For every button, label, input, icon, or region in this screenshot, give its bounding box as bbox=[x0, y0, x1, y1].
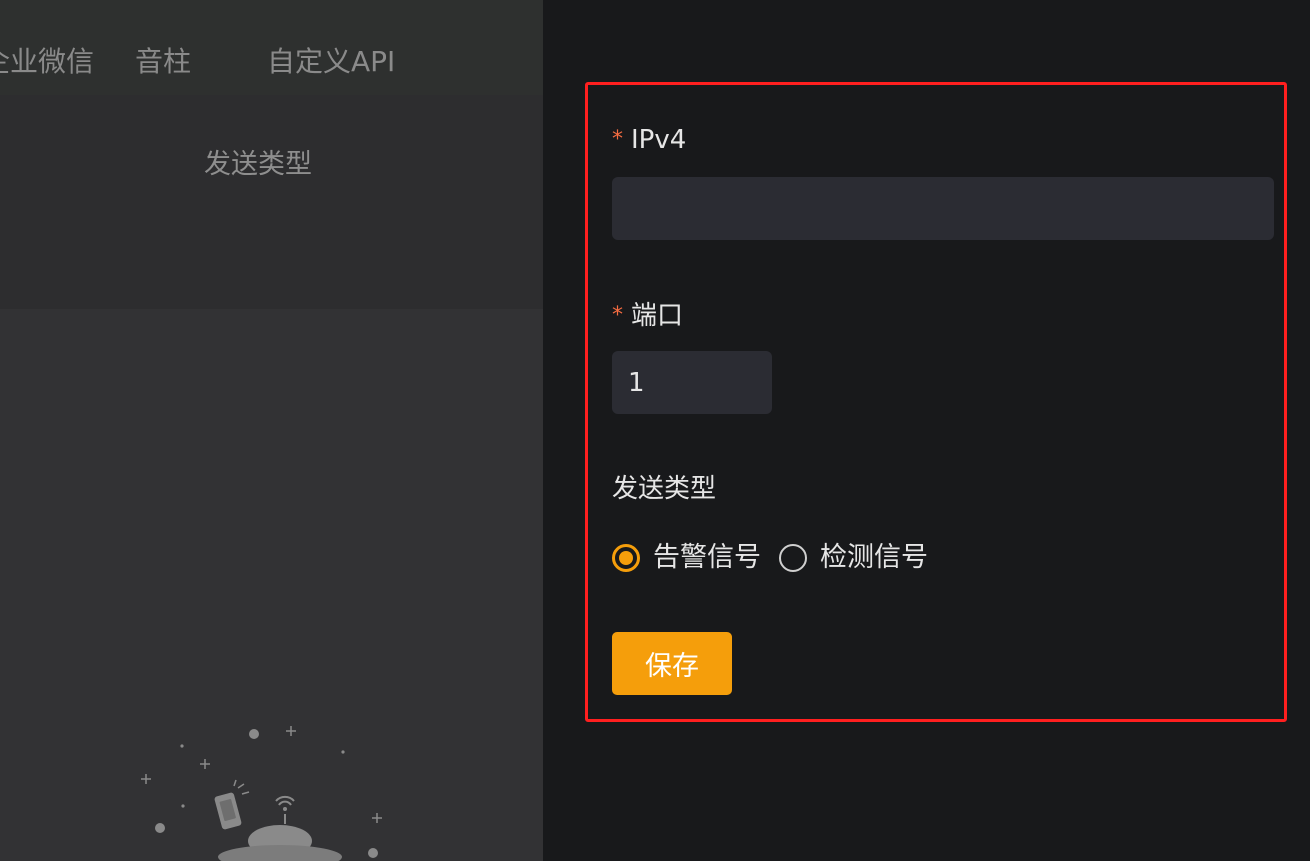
radio-detection-signal[interactable]: 检测信号 bbox=[779, 541, 928, 575]
required-mark: * bbox=[612, 303, 623, 328]
table-header-row bbox=[0, 95, 543, 309]
send-type-radio-group: 告警信号 检测信号 bbox=[612, 538, 946, 578]
background-panel: 企业微信 音柱 自定义API 发送类型 bbox=[0, 0, 543, 861]
ipv4-input[interactable] bbox=[612, 177, 1274, 240]
send-type-label: 发送类型 bbox=[612, 474, 717, 504]
radio-unchecked-icon[interactable] bbox=[779, 544, 807, 572]
ipv4-label-text: IPv4 bbox=[631, 125, 687, 155]
required-mark: * bbox=[612, 127, 623, 152]
port-input[interactable] bbox=[612, 351, 772, 414]
channel-tab-bar: 企业微信 音柱 自定义API bbox=[0, 0, 543, 95]
radio-alarm-signal-label: 告警信号 bbox=[653, 542, 761, 573]
radio-checked-icon[interactable] bbox=[612, 544, 640, 572]
port-label: * 端口 bbox=[612, 300, 683, 334]
radio-alarm-signal[interactable]: 告警信号 bbox=[612, 541, 761, 575]
table-header-send-type: 发送类型 bbox=[204, 149, 312, 180]
tab-custom-api[interactable]: 自定义API bbox=[267, 44, 395, 80]
tab-wechat[interactable]: 企业微信 bbox=[0, 44, 94, 80]
radio-detection-signal-label: 检测信号 bbox=[820, 542, 928, 573]
tab-soundpost[interactable]: 音柱 bbox=[135, 44, 191, 80]
ipv4-label: * IPv4 bbox=[612, 124, 686, 158]
port-label-text: 端口 bbox=[631, 301, 684, 331]
save-button[interactable]: 保存 bbox=[612, 632, 732, 695]
empty-box-illustration bbox=[141, 726, 382, 861]
